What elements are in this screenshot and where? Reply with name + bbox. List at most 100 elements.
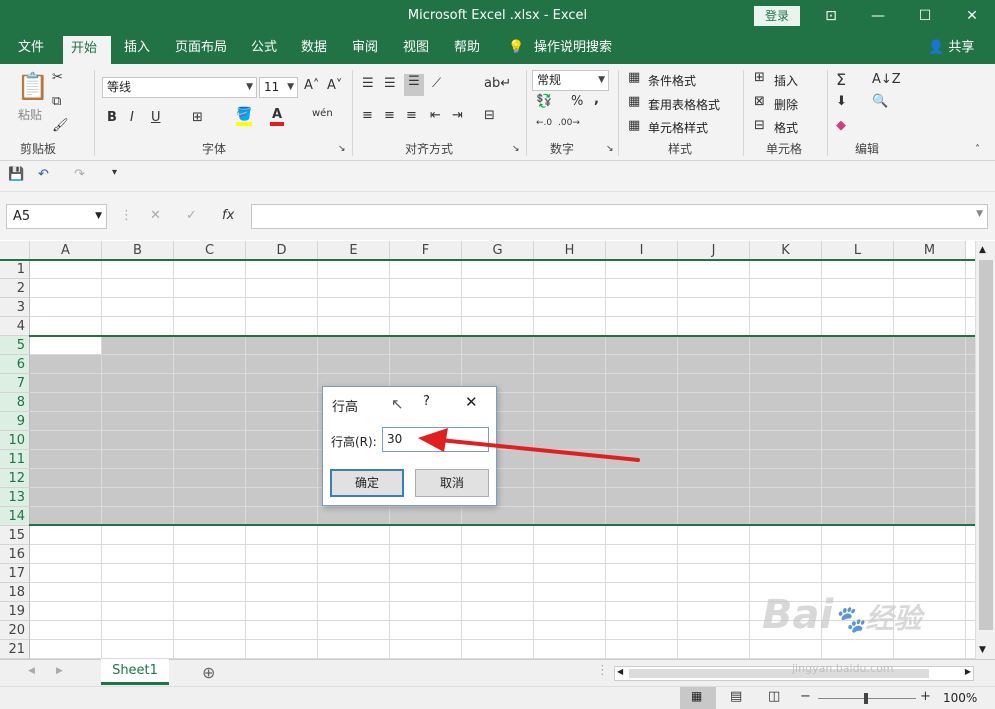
dialog-launcher-icon[interactable]: ↘ (606, 144, 614, 154)
share-button[interactable]: 👤 共享 (920, 32, 982, 64)
align-top-icon[interactable]: ☰ (362, 76, 374, 91)
row-header[interactable]: 20 (0, 621, 30, 640)
column-header[interactable]: B (102, 241, 174, 260)
sort-filter-icon[interactable]: A↓Z (872, 72, 901, 87)
maximize-icon[interactable]: ☐ (902, 0, 948, 32)
row-header[interactable]: 2 (0, 279, 30, 298)
zoom-slider[interactable] (818, 693, 916, 704)
row-header[interactable]: 8 (0, 393, 30, 412)
vertical-scrollbar[interactable]: ▲ ▼ (975, 241, 995, 659)
zoom-in-icon[interactable]: + (920, 689, 931, 704)
decrease-font-icon[interactable]: A˅ (327, 78, 342, 93)
row-header[interactable]: 19 (0, 602, 30, 621)
font-size-combo[interactable]: 11 ▼ (259, 77, 298, 98)
cell-styles-button[interactable]: 单元格样式 (648, 119, 708, 136)
row-header[interactable]: 6 (0, 355, 30, 374)
column-header[interactable]: M (894, 241, 966, 260)
conditional-format-button[interactable]: 条件格式 (648, 72, 696, 89)
scroll-right-icon[interactable]: ▶ (965, 667, 971, 676)
zoom-level[interactable]: 100% (943, 691, 977, 705)
autosum-icon[interactable]: Σ (836, 70, 846, 89)
borders-icon[interactable]: ⊞ (192, 110, 203, 125)
align-middle-icon[interactable]: ☰ (384, 76, 396, 91)
formula-input[interactable]: ▼ (251, 204, 988, 229)
zoom-out-icon[interactable]: − (800, 689, 811, 704)
paste-label[interactable]: 粘贴 (18, 106, 42, 123)
number-format-combo[interactable]: 常规 ▼ (532, 70, 609, 91)
dialog-close-icon[interactable]: ✕ (465, 393, 478, 411)
merge-center-icon[interactable]: ⊟ (484, 108, 495, 123)
orientation-icon[interactable]: ⟋ (432, 76, 441, 91)
sheet-tab[interactable]: Sheet1 (101, 659, 169, 685)
align-right-icon[interactable]: ≡ (406, 108, 417, 123)
insert-function-button[interactable]: fx (222, 208, 234, 223)
scroll-thumb[interactable] (979, 260, 993, 630)
close-icon[interactable]: ✕ (949, 0, 995, 32)
scroll-up-icon[interactable]: ▲ (979, 245, 986, 255)
column-header[interactable]: F (390, 241, 462, 260)
column-header[interactable]: D (246, 241, 318, 260)
page-layout-view-icon[interactable]: ▤ (730, 689, 742, 704)
collapse-ribbon-icon[interactable]: ˄ (975, 144, 980, 155)
accounting-format-icon[interactable]: 💱 (536, 94, 552, 109)
row-header[interactable]: 15 (0, 526, 30, 545)
column-header[interactable]: K (750, 241, 822, 260)
delete-cells-button[interactable]: 删除 (774, 96, 798, 113)
increase-font-icon[interactable]: A˄ (304, 78, 319, 93)
row-header[interactable]: 3 (0, 298, 30, 317)
row-header[interactable]: 18 (0, 583, 30, 602)
fill-icon[interactable]: ⬇ (836, 94, 847, 109)
save-icon[interactable]: 💾 (8, 167, 24, 182)
cancel-button[interactable]: 取消 (415, 469, 489, 497)
tab-data[interactable]: 数据 (293, 32, 335, 64)
tell-me-search[interactable]: 操作说明搜索 (526, 32, 620, 64)
format-as-table-button[interactable]: 套用表格格式 (648, 96, 720, 113)
increase-indent-icon[interactable]: ⇥ (452, 108, 463, 123)
column-header[interactable]: C (174, 241, 246, 260)
dialog-help-button[interactable]: ? (423, 394, 430, 409)
format-cells-button[interactable]: 格式 (774, 119, 798, 136)
tab-file[interactable]: 文件 (10, 32, 52, 64)
column-header[interactable]: L (822, 241, 894, 260)
minimize-icon[interactable]: — (855, 0, 901, 32)
row-header[interactable]: 1 (0, 260, 30, 279)
find-select-icon[interactable]: 🔍 (872, 94, 888, 109)
scroll-down-icon[interactable]: ▼ (979, 645, 986, 655)
increase-decimal-icon[interactable]: ←.0 (536, 118, 552, 128)
row-header[interactable]: 16 (0, 545, 30, 564)
column-header[interactable]: G (462, 241, 534, 260)
ok-button[interactable]: 确定 (330, 469, 404, 497)
tab-view[interactable]: 视图 (395, 32, 437, 64)
decrease-decimal-icon[interactable]: .00→ (558, 118, 580, 128)
column-header[interactable]: A (30, 241, 102, 260)
row-header[interactable]: 13 (0, 488, 30, 507)
column-header[interactable]: H (534, 241, 606, 260)
row-header[interactable]: 11 (0, 450, 30, 469)
tab-formulas[interactable]: 公式 (243, 32, 285, 64)
phonetic-button[interactable]: wén (312, 108, 333, 119)
column-header[interactable]: I (606, 241, 678, 260)
align-center-icon[interactable]: ≡ (384, 108, 395, 123)
row-header[interactable]: 17 (0, 564, 30, 583)
row-header[interactable]: 12 (0, 469, 30, 488)
row-header[interactable]: 7 (0, 374, 30, 393)
fill-color-icon[interactable]: 🪣 (236, 108, 252, 126)
column-header[interactable]: E (318, 241, 390, 260)
tab-home[interactable]: 开始 (63, 36, 111, 64)
dialog-launcher-icon[interactable]: ↘ (512, 144, 520, 154)
row-header[interactable]: 21 (0, 640, 30, 659)
percent-button[interactable]: % (571, 94, 583, 109)
customize-qat-icon[interactable]: ▾ (112, 167, 117, 178)
undo-icon[interactable]: ↶ (38, 167, 49, 182)
tab-insert[interactable]: 插入 (116, 32, 158, 64)
cancel-entry-icon[interactable]: ✕ (150, 208, 161, 223)
font-name-combo[interactable]: 等线 ▼ (102, 77, 257, 98)
page-break-view-icon[interactable]: ◫ (768, 689, 780, 704)
next-sheet-icon[interactable]: ▶ (56, 666, 63, 676)
row-header[interactable]: 9 (0, 412, 30, 431)
cut-icon[interactable]: ✂ (52, 70, 63, 85)
select-all-corner[interactable] (0, 241, 30, 260)
tab-page-layout[interactable]: 页面布局 (167, 32, 235, 64)
confirm-entry-icon[interactable]: ✓ (186, 208, 197, 223)
align-left-icon[interactable]: ≡ (362, 108, 373, 123)
